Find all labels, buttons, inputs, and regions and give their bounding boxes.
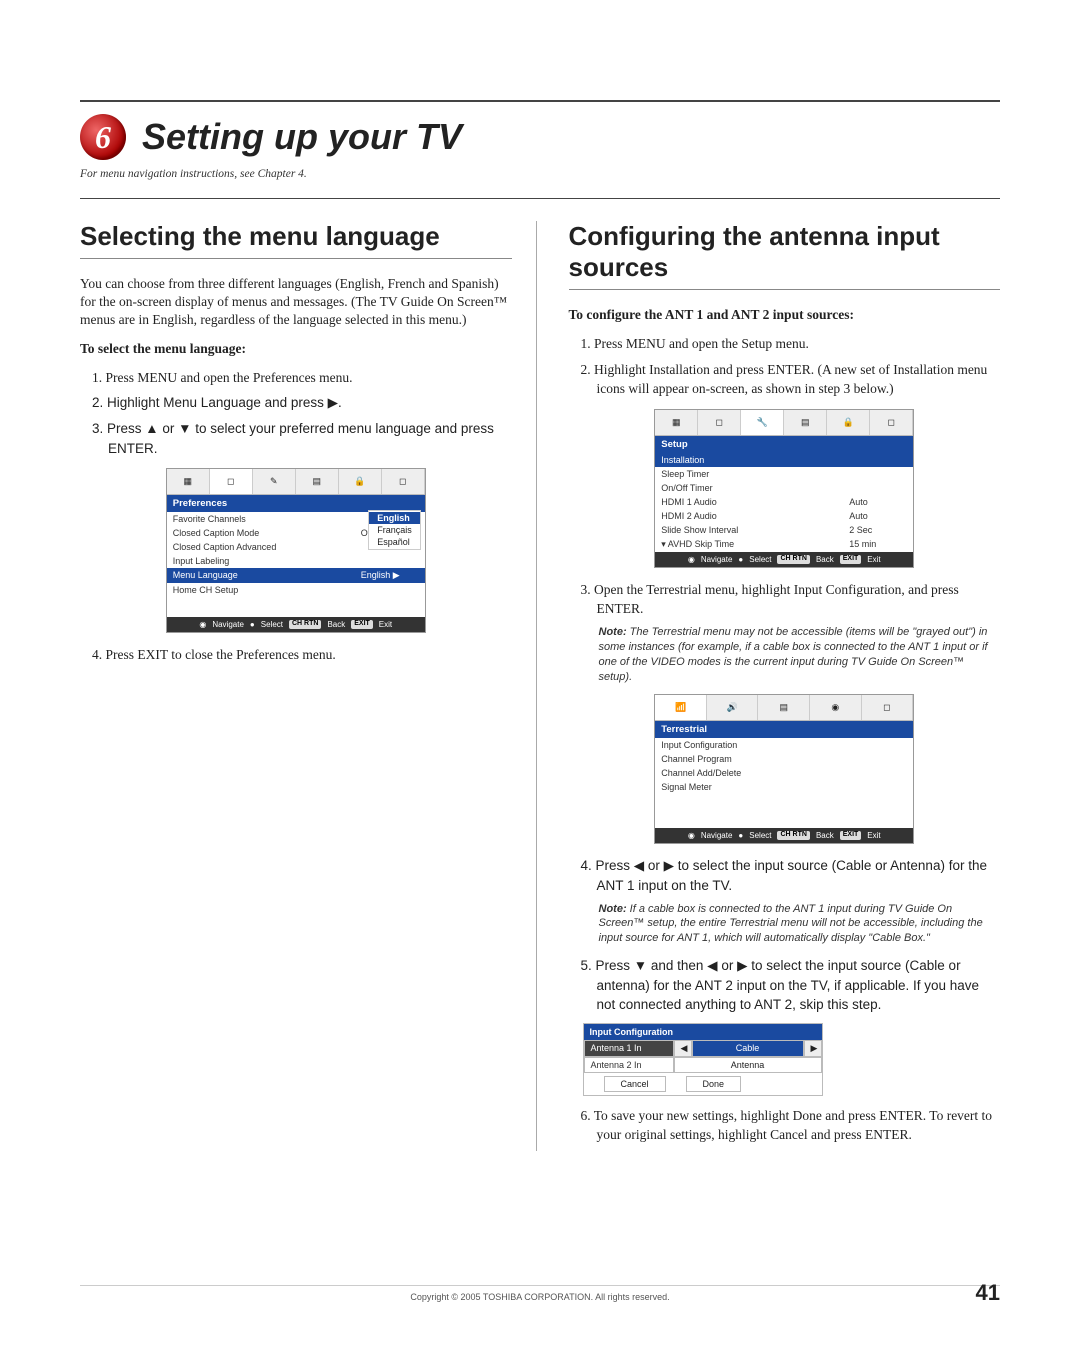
osd-row-label: Closed Caption Advanced — [173, 542, 277, 552]
osd-row-label: Slide Show Interval — [661, 525, 738, 535]
chapter-header: 6 Setting up your TV — [80, 114, 1000, 160]
note-2: Note: If a cable box is connected to the… — [599, 902, 1001, 947]
left-step-2: 2. Highlight Menu Language and press ▶. — [92, 393, 512, 413]
osd-row-label: Menu Language — [173, 570, 238, 581]
ic-row2-val: Antenna — [674, 1057, 822, 1073]
section-heading-left: Selecting the menu language — [80, 221, 512, 252]
osd-row-label: Channel Add/Delete — [661, 768, 741, 778]
osd-footer: ◉Navigate ●Select CH RTNBack EXITExit — [655, 552, 913, 567]
tab-icon: ◻ — [227, 476, 234, 487]
osd-row-val: 2 Sec — [849, 525, 907, 535]
osd-row-label: Sleep Timer — [661, 469, 709, 479]
section-heading-right: Configuring the antenna input sources — [569, 221, 1001, 283]
osd-row-val: English ▶ — [361, 570, 419, 581]
osd-preferences: ▦ ◻ ✎ ▤ 🔒 ◻ Preferences Favorite Channel… — [166, 468, 426, 633]
osd-row-label: Installation — [661, 455, 704, 465]
wrench-icon: 🔧 — [757, 417, 768, 428]
osd-row-label: Input Labeling — [173, 556, 230, 566]
page-number: 41 — [976, 1280, 1000, 1306]
osd-footer: ◉Navigate ●Select CH RTNBack EXITExit — [655, 828, 913, 843]
left-intro: You can choose from three different lang… — [80, 275, 512, 330]
page-footer: Copyright © 2005 TOSHIBA CORPORATION. Al… — [80, 1285, 1000, 1302]
tab-icon: ▤ — [779, 702, 788, 713]
osd-row-label: Channel Program — [661, 754, 732, 764]
tab-icon: ▦ — [672, 417, 681, 428]
osd-row-val: 15 min — [849, 539, 907, 550]
antenna-icon: 📶 — [675, 702, 686, 713]
osd-row-label: Home CH Setup — [173, 585, 239, 595]
left-arrow-icon: ◀ — [674, 1040, 692, 1057]
chapter-number-badge: 6 — [80, 114, 126, 160]
tab-icon: 🔊 — [727, 702, 738, 713]
lang-option: Español — [369, 536, 420, 548]
ic-row1-label: Antenna 1 In — [584, 1040, 674, 1057]
tab-icon: ◻ — [399, 476, 406, 487]
top-rule — [80, 100, 1000, 102]
chapter-subnote: For menu navigation instructions, see Ch… — [80, 168, 1000, 180]
osd-row-label: Input Configuration — [661, 740, 737, 750]
left-subhead: To select the menu language: — [80, 340, 512, 358]
osd-row-label: Signal Meter — [661, 782, 712, 792]
ic-row1-val: Cable — [692, 1040, 804, 1057]
osd-terrestrial: 📶 🔊 ▤ ◉ ◻ Terrestrial Input Configuratio… — [654, 694, 914, 844]
tab-icon: ✎ — [270, 476, 278, 487]
osd-setup: ▦ ◻ 🔧 ▤ 🔒 ◻ Setup Installation Sleep Tim… — [654, 409, 914, 568]
osd-row-label: AVHD Skip Time — [668, 539, 734, 549]
tab-icon: ▤ — [801, 417, 810, 428]
osd-row-val: Auto — [849, 497, 907, 507]
tab-icon: ◻ — [888, 417, 895, 428]
lang-option: Français — [369, 524, 420, 536]
right-step-5: 5. Press ▼ and then ◀ or ▶ to select the… — [581, 956, 1001, 1015]
osd-row-label: HDMI 1 Audio — [661, 497, 717, 507]
left-step-1: 1. Press MENU and open the Preferences m… — [92, 368, 512, 388]
ic-header: Input Configuration — [584, 1024, 822, 1040]
right-subhead: To configure the ANT 1 and ANT 2 input s… — [569, 306, 1001, 324]
section-rule — [569, 289, 1001, 290]
osd-header: Setup — [655, 436, 913, 453]
left-step-4: 4. Press EXIT to close the Preferences m… — [92, 645, 512, 665]
left-step-3: 3. Press ▲ or ▼ to select your preferred… — [92, 419, 512, 458]
ic-row2-label: Antenna 2 In — [584, 1057, 674, 1073]
copyright: Copyright © 2005 TOSHIBA CORPORATION. Al… — [410, 1292, 669, 1302]
osd-header: Terrestrial — [655, 721, 913, 738]
osd-row-label: On/Off Timer — [661, 483, 712, 493]
section-rule — [80, 258, 512, 259]
chapter-title: Setting up your TV — [142, 116, 462, 158]
tab-icon: ▦ — [183, 476, 192, 487]
cancel-button: Cancel — [604, 1076, 666, 1092]
right-step-6: 6. To save your new settings, highlight … — [581, 1106, 1001, 1145]
osd-row-val: Auto — [849, 511, 907, 521]
tab-icon: ▤ — [312, 476, 321, 487]
right-column: Configuring the antenna input sources To… — [565, 221, 1001, 1151]
right-step-3: 3. Open the Terrestrial menu, highlight … — [581, 580, 1001, 619]
input-configuration-panel: Input Configuration Antenna 1 In ◀ Cable… — [583, 1023, 823, 1096]
divider — [80, 198, 1000, 199]
note-1: Note: The Terrestrial menu may not be ac… — [599, 625, 1001, 684]
left-column: Selecting the menu language You can choo… — [80, 221, 537, 1151]
right-step-4: 4. Press ◀ or ▶ to select the input sour… — [581, 856, 1001, 895]
osd-footer: ◉Navigate ●Select CH RTNBack EXITExit — [167, 617, 425, 632]
lock-icon: 🔒 — [354, 476, 365, 487]
tab-icon: ◻ — [883, 702, 890, 713]
osd-row-label: Favorite Channels — [173, 514, 246, 524]
right-step-1: 1. Press MENU and open the Setup menu. — [581, 334, 1001, 354]
osd-row-label: Closed Caption Mode — [173, 528, 260, 538]
lock-icon: 🔒 — [843, 417, 854, 428]
tab-icon: ◻ — [716, 417, 723, 428]
tab-icon: ◉ — [831, 702, 839, 713]
osd-row-label: HDMI 2 Audio — [661, 511, 717, 521]
right-arrow-icon: ▶ — [804, 1040, 822, 1057]
lang-option: English — [369, 512, 420, 524]
right-step-2: 2. Highlight Installation and press ENTE… — [581, 360, 1001, 399]
done-button: Done — [686, 1076, 742, 1092]
